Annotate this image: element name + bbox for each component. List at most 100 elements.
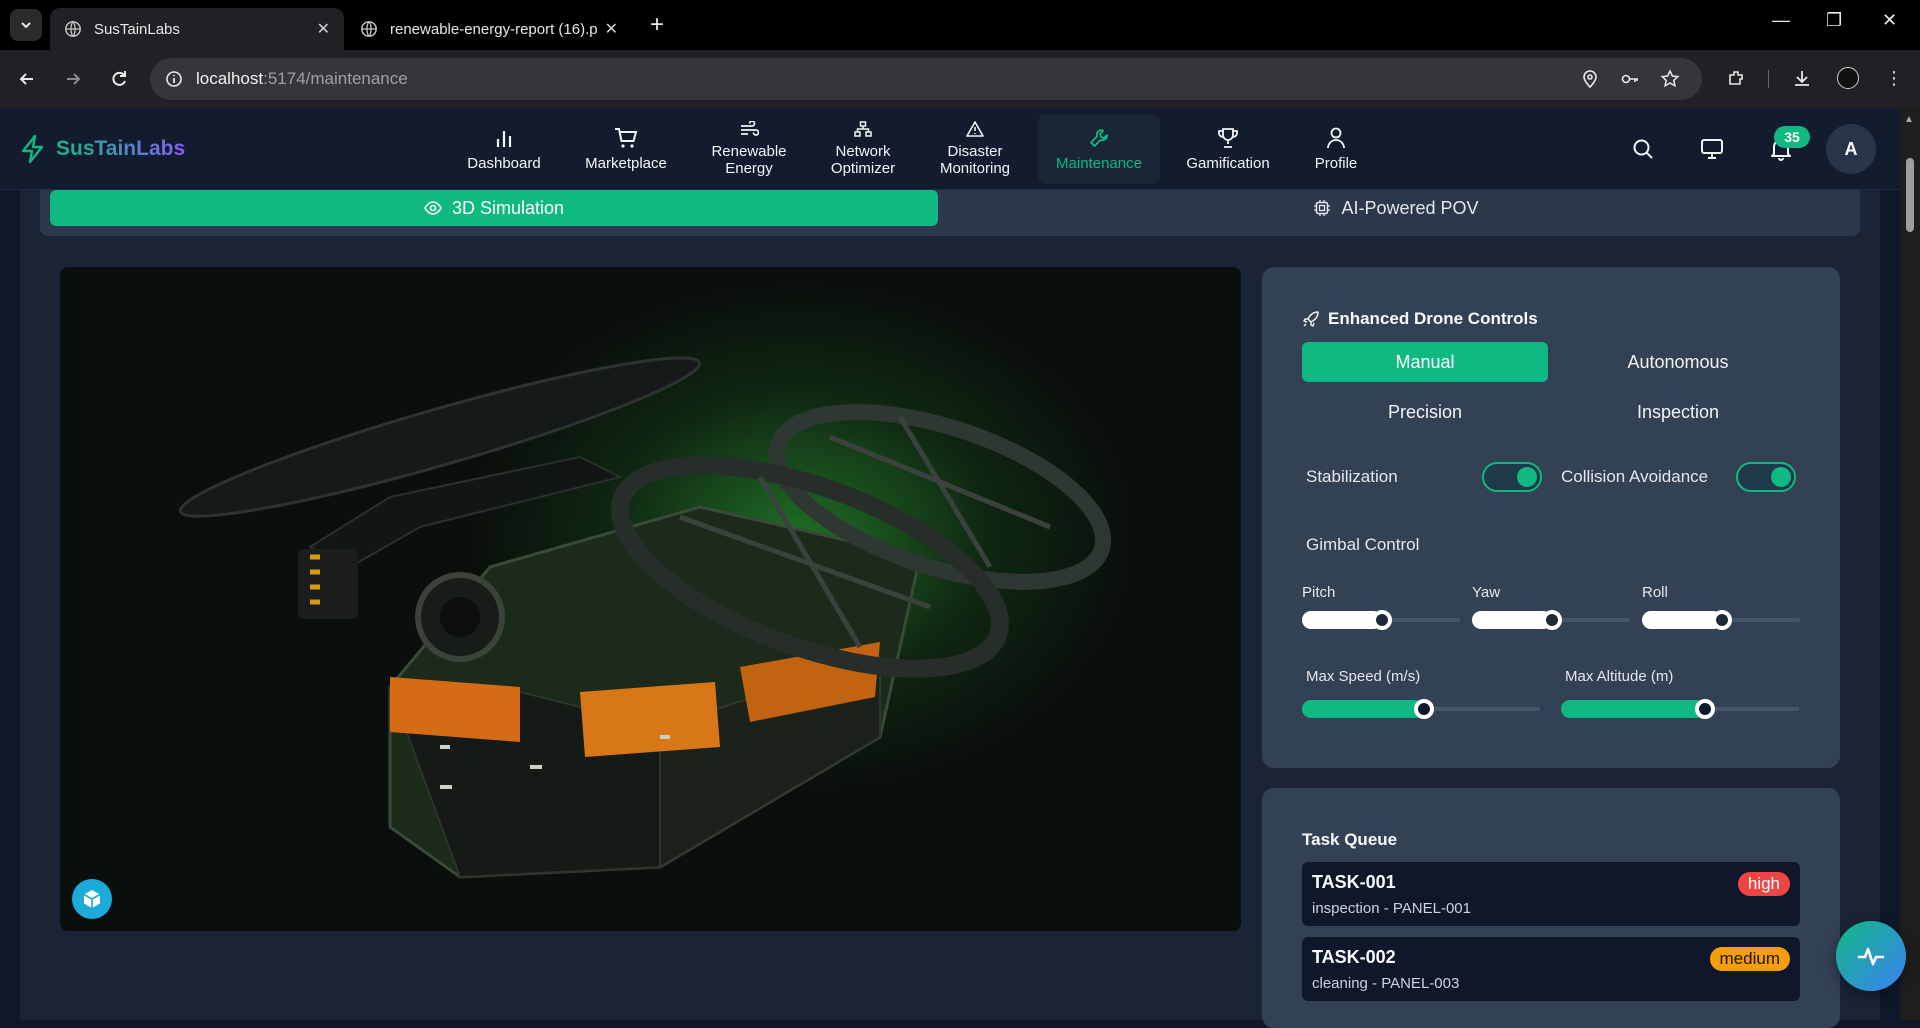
tab-title: renewable-energy-report (16).p xyxy=(390,20,598,38)
reload-button[interactable] xyxy=(104,64,134,94)
slider-thumb[interactable] xyxy=(1414,699,1434,719)
search-button[interactable] xyxy=(1628,134,1658,164)
new-tab-button[interactable]: + xyxy=(650,12,664,38)
mode-precision-button[interactable]: Precision xyxy=(1302,392,1548,432)
tab-title: SusTainLabs xyxy=(94,20,180,38)
slider-fill xyxy=(1561,700,1705,718)
nav-label-line2: Monitoring xyxy=(939,160,1011,177)
star-icon[interactable] xyxy=(1660,69,1680,89)
panel-title-text: Enhanced Drone Controls xyxy=(1328,309,1538,328)
minimize-icon[interactable]: — xyxy=(1772,10,1790,31)
arrow-left-icon xyxy=(19,73,33,85)
max-altitude-slider[interactable] xyxy=(1561,699,1799,719)
search-icon xyxy=(1633,139,1653,159)
drone-controls-title: Enhanced Drone Controls xyxy=(1302,309,1538,329)
app-header: SusTainLabs Dashboard Marketplace Renewa… xyxy=(0,108,1900,190)
nav-profile[interactable]: Profile xyxy=(1306,114,1366,184)
tab-3d-simulation[interactable]: 3D Simulation xyxy=(50,190,938,226)
slider-thumb[interactable] xyxy=(1695,699,1715,719)
drone-model-image xyxy=(178,356,1112,879)
mode-autonomous-button[interactable]: Autonomous xyxy=(1555,342,1801,382)
task-item[interactable]: TASK-001 inspection - PANEL-001 high xyxy=(1302,862,1800,926)
max-speed-label: Max Speed (m/s) xyxy=(1306,668,1421,685)
nav-disaster-monitoring[interactable]: Disaster Monitoring xyxy=(930,114,1020,184)
roll-slider[interactable] xyxy=(1642,610,1800,630)
back-button[interactable] xyxy=(12,64,42,94)
mode-manual-button[interactable]: Manual xyxy=(1302,342,1548,382)
menu-kebab-icon[interactable]: ⋮ xyxy=(1880,64,1908,92)
close-tab-icon[interactable]: ✕ xyxy=(317,19,330,39)
mode-inspection-button[interactable]: Inspection xyxy=(1555,392,1801,432)
bar-chart-icon xyxy=(496,130,512,147)
url-host: localhost xyxy=(196,69,264,88)
view-tabs: 3D Simulation AI-Powered POV xyxy=(40,190,1860,236)
activity-fab-button[interactable] xyxy=(1836,921,1906,991)
gimbal-control-title: Gimbal Control xyxy=(1306,535,1420,554)
cpu-icon xyxy=(1314,200,1331,216)
close-tab-icon[interactable]: ✕ xyxy=(605,19,618,39)
page-scrollbar[interactable]: ▲ xyxy=(1900,108,1920,1020)
pitch-label: Pitch xyxy=(1302,584,1336,601)
nav-network-optimizer[interactable]: Network Optimizer xyxy=(818,114,908,184)
extensions-icon[interactable] xyxy=(1722,64,1750,92)
activity-pulse-icon xyxy=(1857,947,1885,966)
slider-fill xyxy=(1472,611,1552,629)
rocket-icon xyxy=(1303,311,1319,327)
nav-marketplace[interactable]: Marketplace xyxy=(578,114,674,184)
sketchfab-logo-icon[interactable] xyxy=(72,879,112,919)
reload-icon xyxy=(112,71,126,86)
arrow-right-icon xyxy=(67,73,81,85)
max-speed-slider[interactable] xyxy=(1302,699,1540,719)
scroll-thumb[interactable] xyxy=(1906,158,1914,232)
avatar[interactable]: A xyxy=(1826,124,1876,174)
collision-avoidance-toggle[interactable] xyxy=(1736,462,1796,492)
slider-thumb[interactable] xyxy=(1542,610,1562,630)
brand-name: SusTainLabs xyxy=(56,137,186,160)
globe-icon xyxy=(361,21,377,37)
priority-badge: high xyxy=(1737,872,1790,896)
drone-3d-viewer[interactable] xyxy=(60,267,1241,931)
yaw-slider[interactable] xyxy=(1472,610,1630,630)
display-button[interactable] xyxy=(1697,134,1727,164)
chevron-down-icon xyxy=(21,22,31,29)
browser-tab-active[interactable]: SusTainLabs ✕ xyxy=(50,8,344,50)
slider-thumb[interactable] xyxy=(1372,610,1392,630)
slider-fill xyxy=(1302,700,1424,718)
user-icon xyxy=(1327,127,1345,148)
close-window-icon[interactable]: ✕ xyxy=(1882,10,1897,31)
slider-fill xyxy=(1302,611,1382,629)
nav-maintenance[interactable]: Maintenance xyxy=(1038,114,1160,184)
key-icon[interactable] xyxy=(1620,69,1640,89)
restore-icon[interactable]: ❐ xyxy=(1826,10,1842,31)
max-altitude-label: Max Altitude (m) xyxy=(1565,668,1674,685)
nav-label-line2: Energy xyxy=(725,160,773,177)
task-queue-title: Task Queue xyxy=(1302,830,1398,849)
forward-button[interactable] xyxy=(58,64,88,94)
brand-logo[interactable]: SusTainLabs xyxy=(20,134,185,164)
stabilization-toggle[interactable] xyxy=(1482,462,1542,492)
lightning-icon xyxy=(21,134,44,164)
collision-avoidance-label: Collision Avoidance xyxy=(1561,467,1709,486)
download-icon[interactable] xyxy=(1788,64,1816,92)
nav-dashboard[interactable]: Dashboard xyxy=(460,114,548,184)
location-pin-icon[interactable] xyxy=(1580,69,1600,89)
task-detail: cleaning - PANEL-003 xyxy=(1312,975,1460,992)
tab-ai-powered-pov[interactable]: AI-Powered POV xyxy=(940,190,1852,226)
eye-icon xyxy=(424,201,442,215)
pitch-slider[interactable] xyxy=(1302,610,1460,630)
task-item[interactable]: TASK-002 cleaning - PANEL-003 medium xyxy=(1302,937,1800,1001)
task-id: TASK-001 xyxy=(1312,872,1396,892)
profile-extension-icon[interactable] xyxy=(1834,64,1862,92)
nav-gamification[interactable]: Gamification xyxy=(1180,114,1276,184)
roll-label: Roll xyxy=(1642,584,1668,601)
scroll-up-arrow-icon[interactable]: ▲ xyxy=(1904,114,1914,125)
wrench-icon xyxy=(1090,128,1108,147)
site-info-icon[interactable] xyxy=(164,69,184,89)
nav-label: Renewable xyxy=(711,143,787,160)
browser-tab[interactable]: renewable-energy-report (16).p ✕ xyxy=(346,8,632,50)
nav-renewable-energy[interactable]: Renewable Energy xyxy=(704,114,794,184)
cart-icon xyxy=(615,127,638,148)
tab-search-button[interactable] xyxy=(10,9,42,41)
url-input[interactable]: localhost:5174/maintenance xyxy=(150,58,1702,100)
slider-thumb[interactable] xyxy=(1712,610,1732,630)
